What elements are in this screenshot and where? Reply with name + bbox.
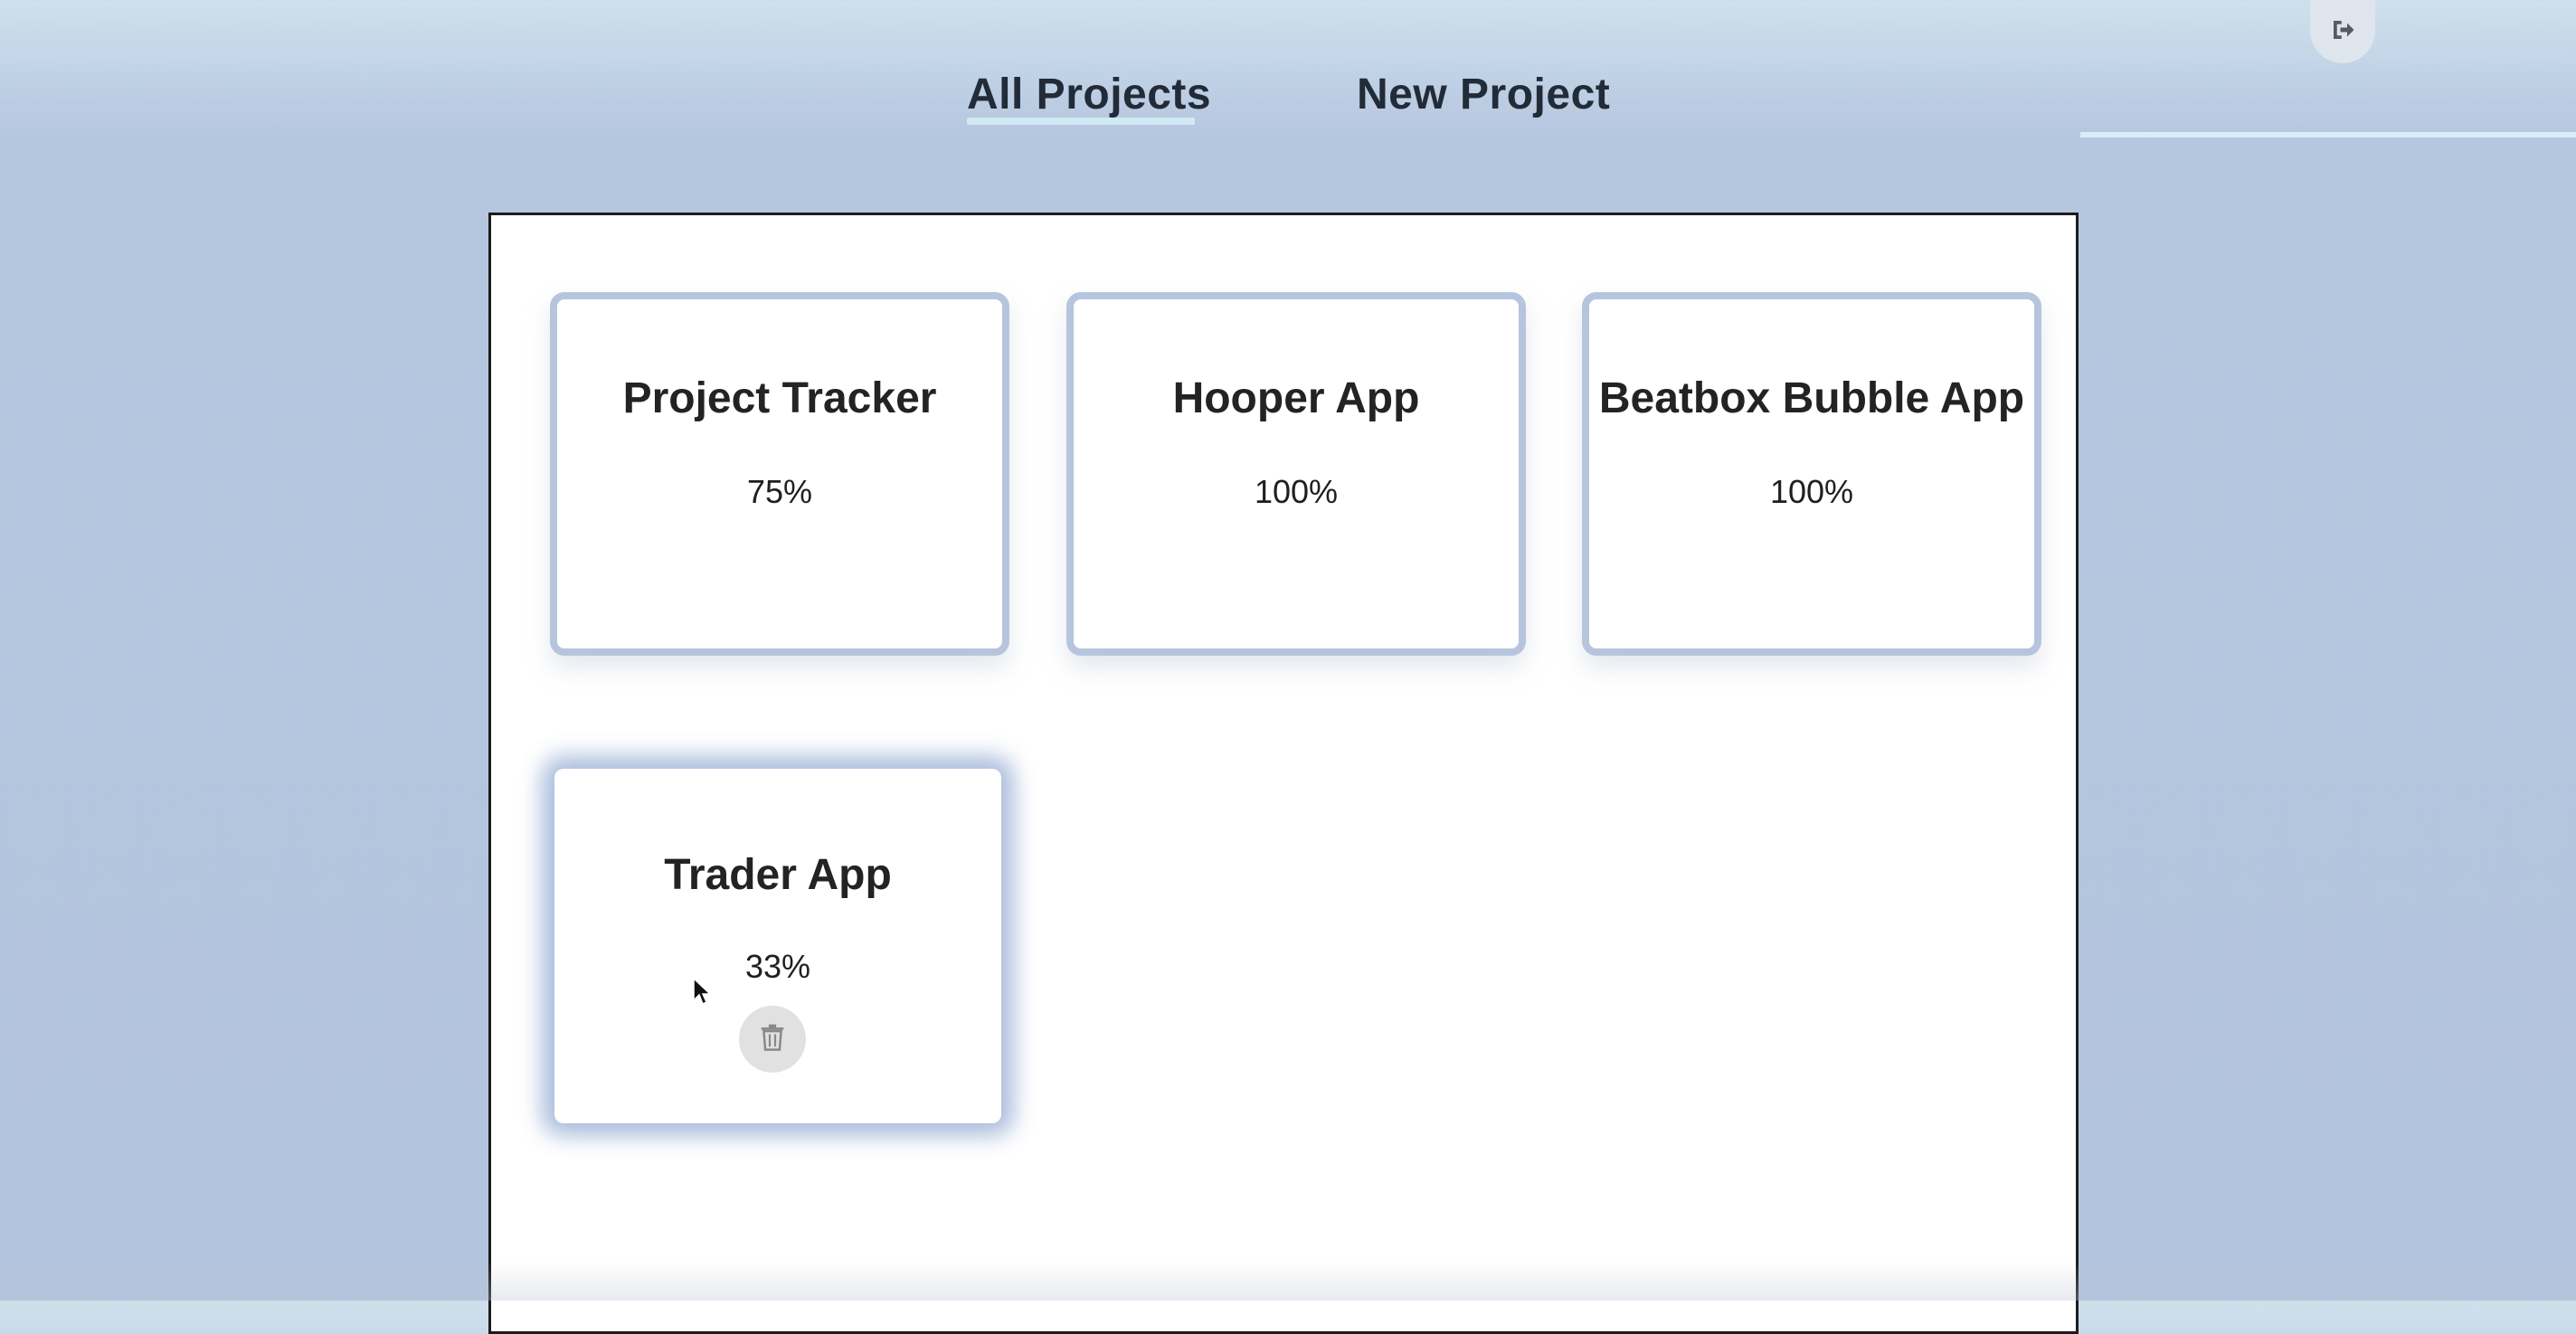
projects-panel: Project Tracker 75% Hooper App 100% Beat… (488, 213, 2079, 1334)
trash-icon (760, 1024, 785, 1055)
top-navigation: All Projects New Project (0, 0, 2576, 190)
tab-new-project[interactable]: New Project (1357, 63, 1610, 127)
project-title: Project Tracker (622, 374, 937, 422)
delete-project-button[interactable] (739, 1006, 806, 1073)
mouse-pointer-icon (693, 977, 712, 1006)
project-title: Beatbox Bubble App (1598, 374, 2025, 422)
project-card-beatbox-bubble-app[interactable]: Beatbox Bubble App 100% (1582, 292, 2041, 656)
logout-icon (2329, 16, 2356, 48)
header-divider (2080, 132, 2576, 137)
project-progress: 100% (1769, 473, 1854, 510)
project-title: Trader App (664, 851, 892, 899)
logout-button[interactable] (2310, 0, 2375, 63)
project-progress: 100% (1254, 473, 1339, 510)
project-card-project-tracker[interactable]: Project Tracker 75% (550, 292, 1009, 656)
project-progress: 33% (744, 948, 811, 985)
project-card-hooper-app[interactable]: Hooper App 100% (1066, 292, 1526, 656)
project-title: Hooper App (1172, 374, 1420, 422)
project-progress: 75% (746, 473, 813, 510)
project-card-trader-app[interactable]: Trader App 33% (554, 769, 1001, 1123)
active-tab-indicator (967, 118, 1195, 125)
